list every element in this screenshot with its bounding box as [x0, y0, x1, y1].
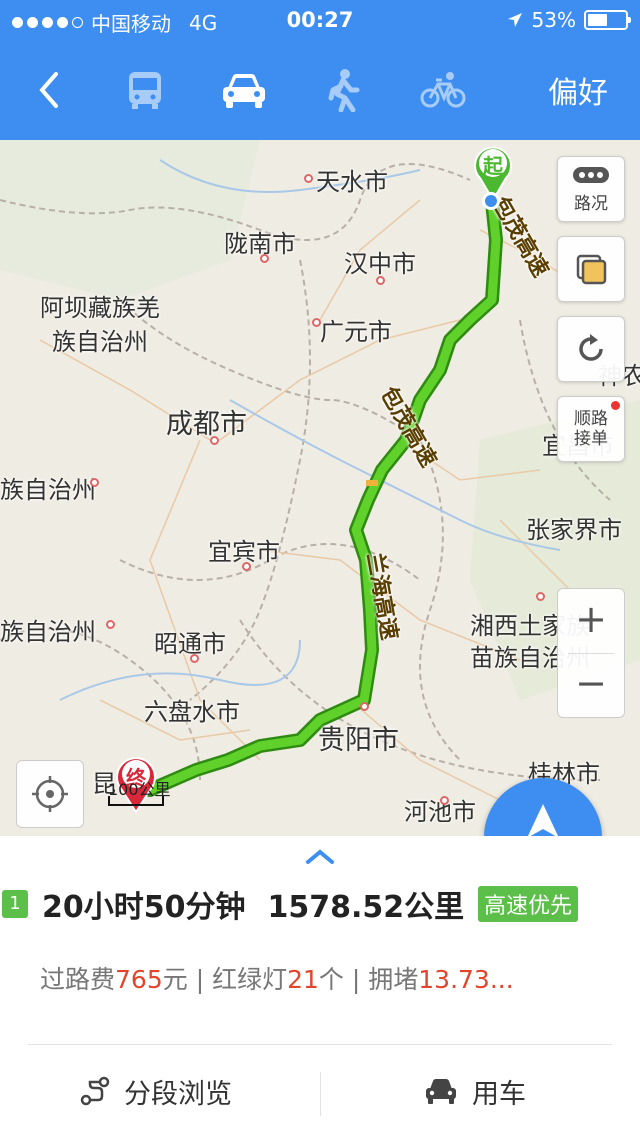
nav-bar: 偏好	[0, 48, 640, 134]
city-label: 族自治州	[52, 328, 148, 356]
expand-button[interactable]	[300, 844, 340, 872]
separator: |	[187, 965, 213, 994]
city-label: 陇南市	[224, 230, 296, 258]
preference-button[interactable]: 偏好	[536, 62, 620, 118]
jam-value: 13.73...	[418, 965, 514, 994]
start-label: 起	[483, 154, 503, 178]
city-label: 贵阳市	[318, 725, 399, 756]
city-label: 六盘水市	[144, 698, 240, 726]
zoom-out-button[interactable]: −	[558, 653, 624, 717]
city-label: 阿坝藏族羌	[40, 294, 160, 322]
traffic-icon	[573, 166, 609, 183]
layers-icon	[576, 254, 607, 285]
lights-value: 21	[287, 965, 319, 994]
city-dot	[440, 796, 449, 805]
city-label: 昭通市	[154, 630, 226, 658]
route-distance: 1578.52公里	[267, 890, 465, 925]
separator: |	[343, 965, 369, 994]
traffic-label: 路况	[574, 193, 608, 214]
city-dot	[536, 592, 545, 601]
car-icon	[426, 1079, 456, 1104]
city-dot	[210, 436, 219, 445]
city-dot	[90, 478, 99, 487]
notification-dot	[611, 401, 620, 410]
city-dot	[106, 620, 115, 629]
divider	[28, 1044, 612, 1045]
status-bar: 中国移动 4G 00:27 53%	[0, 0, 640, 40]
locate-button[interactable]	[16, 760, 84, 828]
lights-label: 红绿灯	[212, 965, 288, 994]
chevron-left-icon	[39, 72, 58, 108]
jam-label: 拥堵	[368, 965, 419, 994]
refresh-icon	[579, 334, 603, 361]
route-stats: 过路费765元 | 红绿灯21个 | 拥堵13.73...	[40, 960, 514, 996]
refresh-button[interactable]	[557, 316, 625, 382]
city-dot	[376, 276, 385, 285]
route-panel: 1 20小时50分钟 1578.52公里 高速优先 过路费765元 | 红绿灯2…	[0, 836, 640, 1136]
battery-icon	[584, 10, 631, 30]
city-label: 汉中市	[344, 250, 416, 278]
toll-label: 过路费	[40, 965, 116, 994]
mode-bus-button[interactable]	[120, 62, 170, 118]
city-dot	[360, 702, 369, 711]
chevron-up-icon	[306, 849, 334, 864]
route-index-badge: 1	[2, 890, 28, 918]
battery-percent: 53%	[531, 8, 576, 32]
action-bar: 分段浏览 用车	[0, 1046, 640, 1136]
order-button[interactable]: 顺路接单	[557, 396, 625, 462]
city-dot	[260, 254, 269, 263]
map-scale: 100公里	[108, 776, 171, 806]
crosshair-icon	[32, 776, 68, 812]
traffic-button[interactable]: 路况	[557, 156, 625, 222]
city-label: 张家界市	[526, 516, 622, 544]
route-duration: 20小时50分钟	[42, 890, 246, 925]
city-dot	[304, 174, 313, 183]
header: 中国移动 4G 00:27 53% 偏好	[0, 0, 640, 140]
city-label: 天水市	[316, 168, 388, 196]
action-divider	[320, 1072, 321, 1116]
use-car-label: 用车	[472, 1078, 526, 1110]
back-button[interactable]	[26, 62, 70, 118]
layers-button[interactable]	[557, 236, 625, 302]
order-label: 顺路接单	[574, 409, 608, 449]
bus-icon	[129, 72, 161, 109]
city-dot	[242, 562, 251, 571]
toll-unit: 元	[162, 965, 188, 994]
city-label: 族自治州	[0, 476, 96, 504]
mode-car-button[interactable]	[218, 62, 270, 118]
toll-value: 765	[115, 965, 163, 994]
lights-unit: 个	[318, 965, 344, 994]
walk-icon	[328, 69, 360, 112]
mode-bike-button[interactable]	[418, 62, 468, 118]
route-tag: 高速优先	[478, 886, 579, 922]
city-label: 广元市	[320, 318, 392, 346]
location-arrow-icon	[507, 13, 522, 27]
use-car-button[interactable]: 用车	[424, 1046, 526, 1136]
city-label: 族自治州	[0, 618, 96, 646]
route-segments-icon	[80, 1076, 110, 1106]
zoom-control: + −	[557, 588, 625, 718]
city-dot	[312, 318, 321, 327]
city-dot	[190, 654, 199, 663]
current-location-dot	[482, 192, 500, 210]
bike-icon	[420, 72, 466, 108]
segments-label: 分段浏览	[124, 1078, 232, 1110]
segments-button[interactable]: 分段浏览	[80, 1046, 232, 1136]
zoom-in-button[interactable]: +	[558, 589, 624, 653]
mode-walk-button[interactable]	[320, 62, 366, 118]
city-label: 成都市	[166, 409, 247, 440]
map-view[interactable]: 天水市 陇南市 汉中市 阿坝藏族羌 族自治州 广元市 成都市 宜昌市 族自治州 …	[0, 140, 640, 836]
car-icon	[223, 74, 265, 108]
route-summary[interactable]: 1 20小时50分钟 1578.52公里 高速优先	[0, 884, 579, 925]
